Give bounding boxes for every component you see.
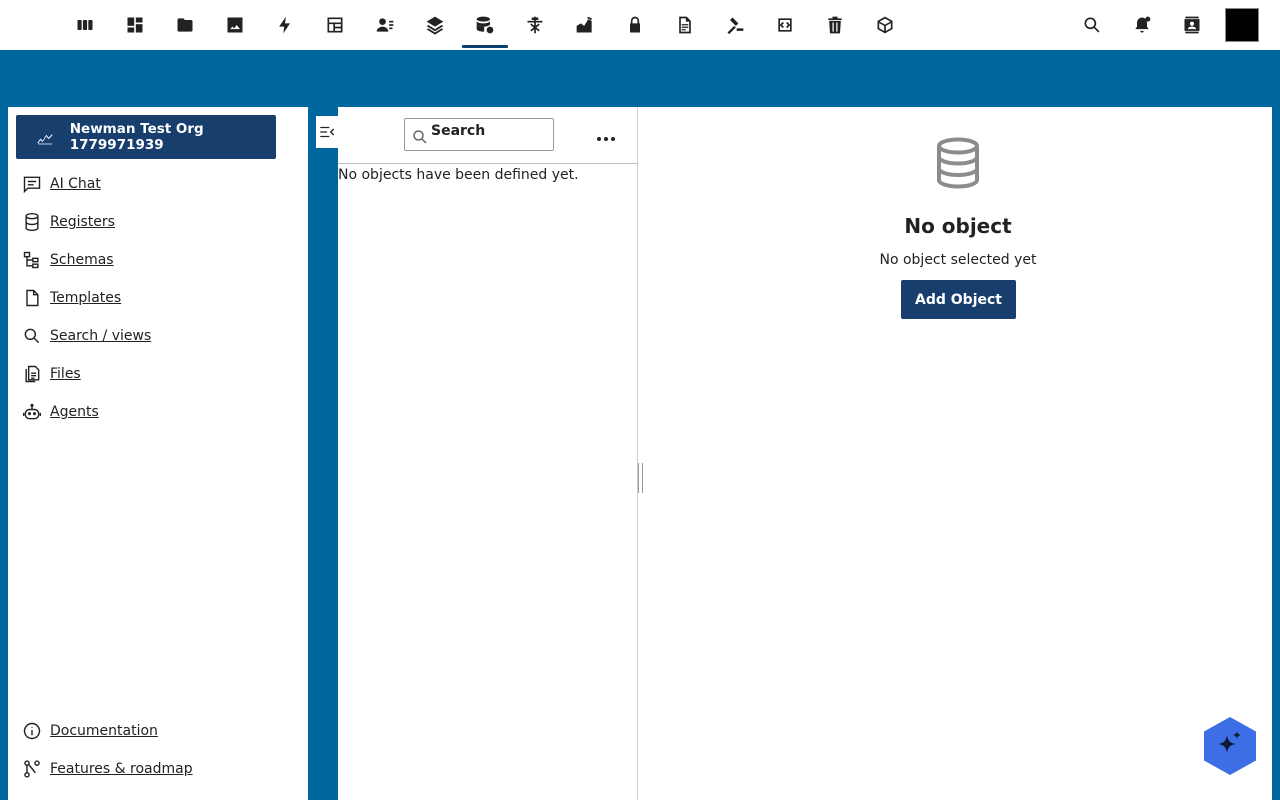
user-avatar[interactable] (1225, 8, 1259, 42)
nav-item-templates[interactable]: Templates (22, 286, 121, 310)
nav-item-label: AI Chat (50, 176, 101, 192)
code-icon[interactable] (762, 0, 808, 50)
database-icon (934, 137, 982, 189)
add-object-button[interactable]: Add Object (901, 280, 1016, 319)
nav-item-agents[interactable]: Agents (22, 400, 99, 424)
document-icon[interactable] (662, 0, 708, 50)
file-icon (26, 289, 39, 307)
contacts-card-icon[interactable] (1169, 0, 1215, 50)
more-actions-button[interactable] (590, 123, 622, 147)
nav-item-registers[interactable]: Registers (22, 210, 115, 234)
collapse-sidebar-button[interactable] (316, 116, 338, 148)
contacts-icon[interactable] (362, 0, 408, 50)
panel-resize-handle[interactable] (638, 463, 643, 493)
robot-icon (22, 403, 42, 420)
nav-item-schemas[interactable]: Schemas (22, 248, 114, 272)
photos-icon[interactable] (212, 0, 258, 50)
object-list-panel: No objects have been defined yet. (338, 107, 638, 800)
organisation-button[interactable]: Newman Test Org 1779971939 (16, 115, 276, 159)
tools-icon[interactable] (512, 0, 558, 50)
info-icon (23, 722, 41, 740)
chart-icon[interactable] (562, 0, 608, 50)
nav-item-label: Features & roadmap (50, 761, 193, 777)
menu-collapse-icon (320, 126, 335, 138)
files-icon (25, 365, 40, 383)
tables-icon[interactable] (312, 0, 358, 50)
left-navigation: Newman Test Org 1779971939 AI Chat Regis… (8, 107, 308, 800)
empty-list-message: No objects have been defined yet. (338, 167, 579, 183)
dashboard-icon[interactable] (112, 0, 158, 50)
search-field[interactable] (404, 118, 554, 151)
organisation-label: Newman Test Org 1779971939 (69, 121, 204, 153)
empty-state-title: No object (904, 214, 1012, 238)
database-settings-icon[interactable] (462, 0, 508, 50)
nav-item-label: Registers (50, 214, 115, 230)
object-detail-panel: No object No object selected yet Add Obj… (638, 107, 1272, 800)
cube-icon[interactable] (862, 0, 908, 50)
ai-assistant-button[interactable] (1203, 716, 1257, 776)
nav-item-label: Templates (50, 290, 122, 306)
nav-item-files[interactable]: Files (22, 362, 81, 386)
top-app-bar (0, 0, 1280, 50)
roadmap-icon (24, 760, 40, 778)
sparkle-icon (1204, 717, 1256, 775)
nav-item-ai-chat[interactable]: AI Chat (22, 172, 101, 196)
more-horizontal-icon (596, 126, 617, 145)
divider (338, 163, 638, 164)
activity-icon[interactable] (262, 0, 308, 50)
nav-item-label: Search / views (50, 328, 152, 344)
nav-item-label: Files (50, 366, 81, 382)
nav-item-search-views[interactable]: Search / views (22, 324, 151, 348)
notifications-icon[interactable] (1119, 0, 1165, 50)
nav-item-label: Documentation (50, 723, 158, 739)
analytics-icon (37, 134, 53, 145)
nav-item-label: Agents (50, 404, 99, 420)
nav-item-features-roadmap[interactable]: Features & roadmap (22, 757, 193, 781)
nav-item-label: Schemas (50, 252, 114, 268)
nav-item-documentation[interactable]: Documentation (22, 719, 158, 743)
chat-icon (23, 176, 41, 194)
schema-icon (23, 251, 39, 269)
search-icon (24, 328, 40, 344)
search-input[interactable] (431, 121, 549, 141)
lock-icon[interactable] (612, 0, 658, 50)
apps-icon[interactable] (62, 0, 108, 50)
files-icon[interactable] (162, 0, 208, 50)
database-icon (25, 212, 39, 232)
layers-icon[interactable] (412, 0, 458, 50)
empty-state-subtitle: No object selected yet (879, 252, 1037, 268)
gavel-icon[interactable] (712, 0, 758, 50)
search-icon[interactable] (1069, 0, 1115, 50)
trash-icon[interactable] (812, 0, 858, 50)
search-icon (413, 130, 427, 144)
